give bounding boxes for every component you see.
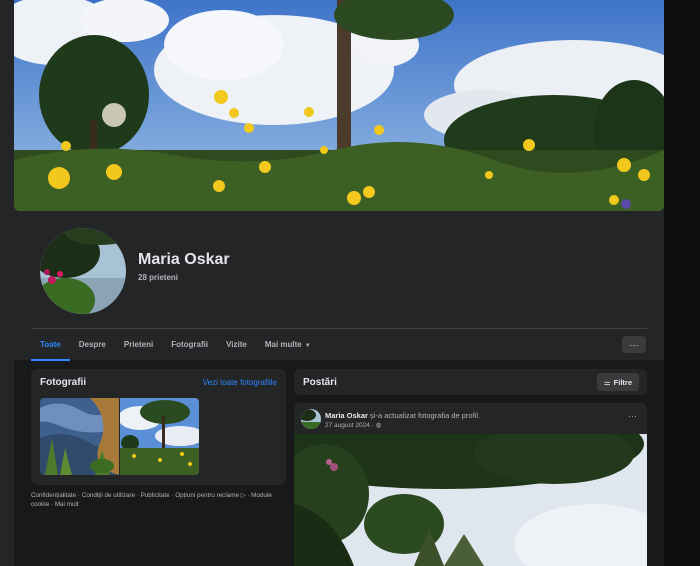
tab-photos[interactable]: Fotografii [162,334,217,358]
sliders-icon: ⚌ [603,377,611,387]
post-date[interactable]: 27 august 2024 [325,422,370,429]
post-header-text: Maria Oskar și-a actualizat fotografia d… [325,411,480,420]
footer-link-terms[interactable]: Condiții de utilizare [82,492,135,499]
footer-links: Confidențialitate · Condiții de utilizar… [31,491,281,509]
left-gutter [0,0,14,566]
tab-about-label: Despre [78,340,106,349]
posts-title: Postări [303,377,337,388]
post-image[interactable] [294,434,647,566]
post-author-name[interactable]: Maria Oskar [325,411,368,420]
photo-thumbnail[interactable] [120,398,199,475]
footer-link-more[interactable]: Mai mult [55,501,79,508]
tab-all-label: Toate [40,340,61,349]
footer-link-ad-choices[interactable]: Opțiuni pentru reclame [175,492,239,499]
profile-name[interactable]: Maria Oskar [138,251,230,269]
photos-card: Fotografii Vezi toate fotografiile [31,369,286,485]
tab-checkins[interactable]: Vizite [217,334,256,358]
footer-link-privacy[interactable]: Confidențialitate [31,492,76,499]
ad-choices-icon: ▷ [238,492,246,499]
post-card: Maria Oskar și-a actualizat fotografia d… [294,403,647,566]
footer-link-advertising[interactable]: Publicitate [141,492,170,499]
see-all-photos-link[interactable]: Vezi toate fotografiile [203,378,277,387]
ellipsis-icon: ··· [628,411,637,421]
tab-all[interactable]: Toate [31,334,70,361]
posts-header: Postări ⚌ Filtre [294,369,647,395]
tab-checkins-label: Vizite [226,340,247,349]
post-author-avatar[interactable] [301,409,321,429]
caret-down-icon: ▼ [304,343,311,349]
filter-label: Filtre [613,377,632,387]
friends-count[interactable]: 28 prieteni [138,273,178,282]
filter-button[interactable]: ⚌ Filtre [596,373,639,391]
post-menu-button[interactable]: ··· [628,411,637,421]
tab-more-label: Mai multe [264,340,302,349]
tab-friends[interactable]: Prieteni [115,334,162,358]
photos-title: Fotografii [40,377,87,388]
globe-icon: ◍ [375,422,382,429]
profile-avatar[interactable] [37,225,129,317]
right-gutter [664,0,700,566]
tab-more[interactable]: Mai multe ▼ [256,334,320,358]
profile-tabs: Toate Despre Prieteni Fotografii Vizite … [31,334,320,361]
ellipsis-icon: ··· [629,339,639,350]
tab-about[interactable]: Despre [70,334,115,358]
post-date-row: 27 august 2024 · ◍ [325,422,382,429]
post-action: și-a actualizat fotografia de profil. [370,411,481,420]
photo-thumbnail[interactable] [40,398,119,475]
header-divider [31,328,647,329]
tab-photos-label: Fotografii [171,340,209,349]
tab-friends-label: Prieteni [123,340,154,349]
profile-more-button[interactable]: ··· [622,336,646,353]
cover-photo[interactable] [14,0,664,211]
